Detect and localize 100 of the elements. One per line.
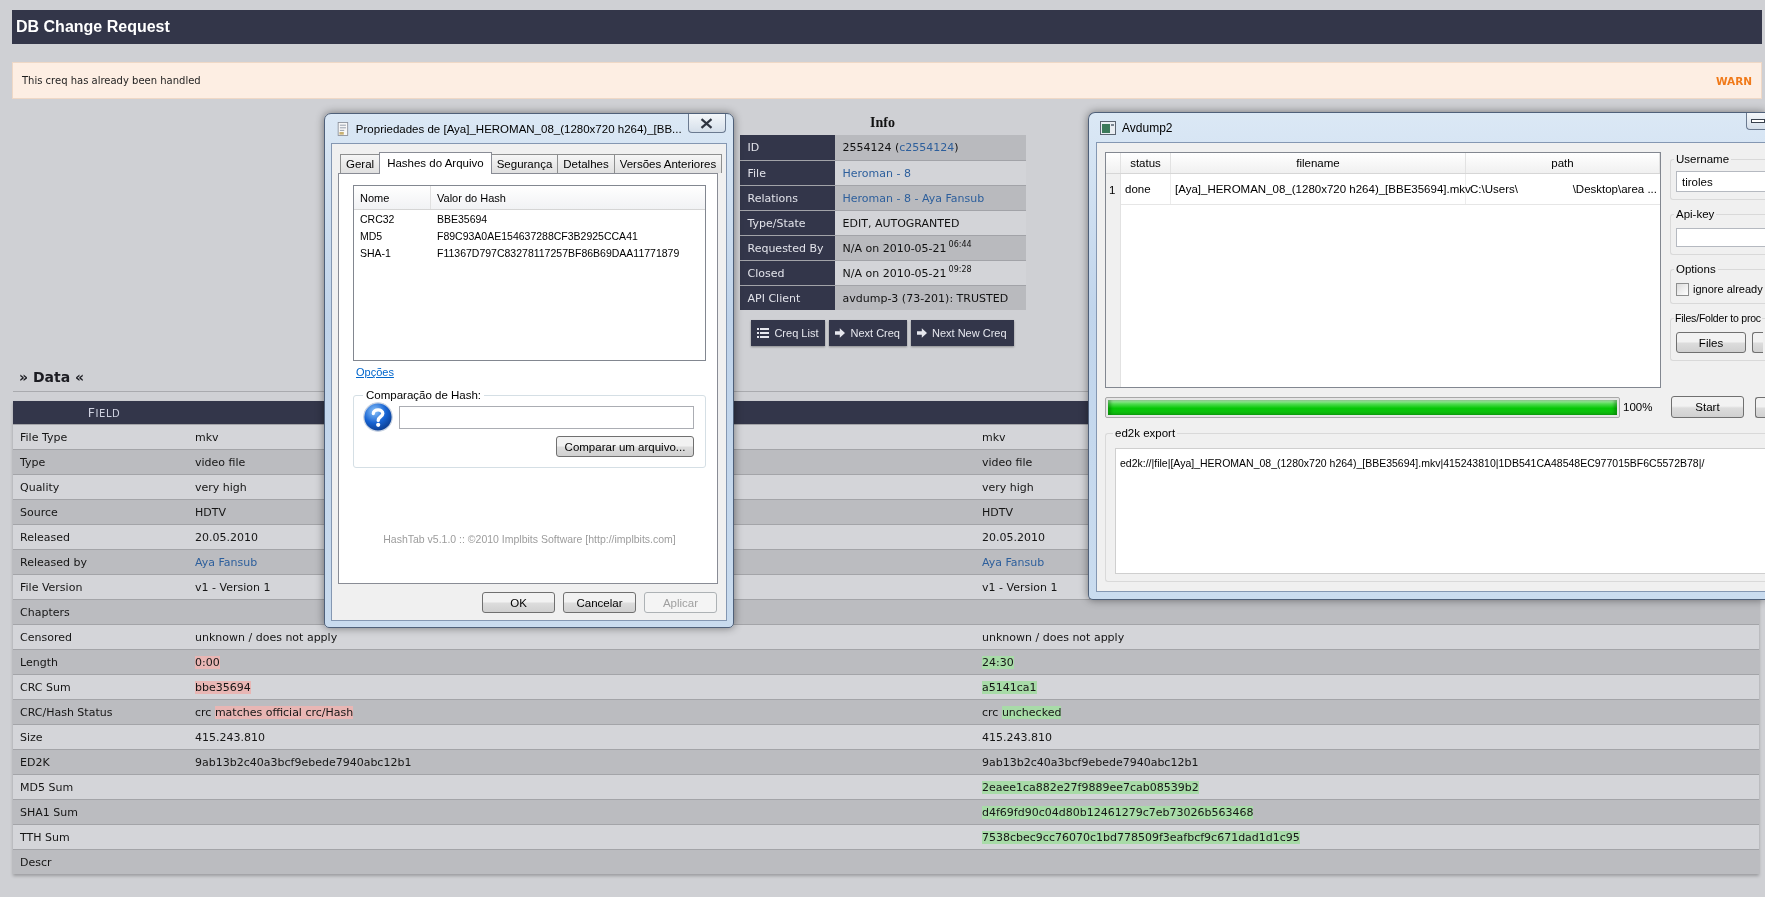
table-cell: 0:00 xyxy=(195,655,220,669)
column-header: filename xyxy=(1296,157,1340,169)
checkbox[interactable] xyxy=(1676,282,1689,296)
tab[interactable]: Segurança xyxy=(490,154,559,173)
table-cell: mkv xyxy=(195,430,219,444)
tab[interactable]: Geral xyxy=(340,154,381,173)
text-link[interactable]: Aya Fansub xyxy=(195,555,258,569)
table-cell: 415.243.810 xyxy=(982,730,1052,744)
field-label: Censored xyxy=(20,630,72,644)
table-cell: d4f69fd90c04d80b12461279c7eb73026b563468 xyxy=(982,805,1254,819)
field-label: Type xyxy=(20,455,46,469)
alert-message: This creq has already been handled xyxy=(22,75,201,86)
nav-button[interactable]: Next Creq xyxy=(829,320,907,346)
hash-value: F11367D797C83278117257BF86B69DAA11771879 xyxy=(436,246,681,261)
list-icon xyxy=(757,328,770,338)
table-cell: v1 - Version 1 xyxy=(195,580,271,594)
hash-input-field[interactable] xyxy=(399,405,694,429)
table-cell: 7538cbec9cc76070c1bd778509f3eafbcf9c671dad1d1c95 xyxy=(982,830,1300,844)
table-cell: unknown / does not apply xyxy=(195,630,338,644)
page-title: DB Change Request xyxy=(16,18,170,36)
field-label: Released by xyxy=(20,555,87,569)
panel-title: Info xyxy=(870,114,895,132)
info-value: 2554124 (c2554124) xyxy=(834,135,1026,160)
window-icon xyxy=(1100,120,1116,135)
table-cell: 20.05.2010 xyxy=(982,530,1045,544)
field-label: Source xyxy=(20,505,58,519)
field-label: SHA1 Sum xyxy=(20,805,78,819)
info-label: Requested By xyxy=(739,236,835,260)
api-key-field[interactable] xyxy=(1676,228,1765,247)
hash-value: BBE35694 xyxy=(436,212,489,227)
table-cell: crc matches official crc/Hash xyxy=(195,705,354,719)
close-icon xyxy=(700,117,714,129)
table-cell: [Aya]_HEROMAN_08_(1280x720 h264)_[BBE35694].mkv xyxy=(1175,183,1471,195)
group-label: Username xyxy=(1675,152,1731,166)
field-label: File Type xyxy=(20,430,68,444)
partial-button[interactable] xyxy=(1755,396,1765,418)
dialog-button[interactable]: OK xyxy=(482,592,555,613)
window-title: Avdump2 xyxy=(1122,120,1173,135)
nav-button[interactable]: Creq List xyxy=(751,320,826,346)
close-button[interactable] xyxy=(687,114,726,133)
text-link[interactable]: Heroman - 8 xyxy=(842,166,911,180)
files-button[interactable]: Files xyxy=(1676,332,1746,353)
field-label: Length xyxy=(20,655,58,669)
progress-reading: 100% xyxy=(1622,401,1653,413)
table-cell: HDTV xyxy=(982,505,1013,519)
checkbox-label[interactable]: ignore already xyxy=(1693,283,1763,295)
arrow-right-icon xyxy=(835,328,846,338)
hash-value: F89C93A0AE154637288CF3B2925CCA41 xyxy=(436,229,639,244)
minimize-button[interactable] xyxy=(1746,113,1765,130)
tab[interactable]: Hashes do Arquivo xyxy=(379,152,492,174)
footer-text: HashTab v5.1.0 :: ©2010 Implbits Software [http://implbits.com] xyxy=(382,533,677,545)
info-label: ID xyxy=(739,135,835,160)
table-cell: 20.05.2010 xyxy=(195,530,258,544)
arrow-right-icon xyxy=(917,328,927,338)
field-label: Released xyxy=(20,530,70,544)
tab[interactable]: Versões Anteriores xyxy=(613,154,723,173)
text-link[interactable]: Aya Fansub xyxy=(982,555,1045,569)
group-label: Options xyxy=(1675,262,1717,276)
info-label: Relations xyxy=(739,186,835,210)
start-button[interactable]: Start xyxy=(1671,396,1744,418)
field-label: CRC Sum xyxy=(20,680,71,694)
nav-button[interactable]: Next New Creq xyxy=(911,320,1014,346)
table-cell: 24:30 xyxy=(982,655,1014,669)
field-label: Quality xyxy=(20,480,60,494)
options-link[interactable]: Opções xyxy=(353,366,394,378)
document-icon xyxy=(336,120,350,137)
compare-button[interactable]: Comparar um arquivo... xyxy=(556,436,694,457)
hash-name: CRC32 xyxy=(359,212,396,227)
field-label: CRC/Hash Status xyxy=(20,705,113,719)
warn-label: WARN xyxy=(1715,74,1752,87)
ed2k-export-field[interactable]: ed2k://|file|[Aya]_HEROMAN_08_(1280x720 h264)_[BBE35694].mkv|415243810|1DB541CA48548EC977015BF6C5572B78|/ xyxy=(1115,448,1765,574)
info-label: File xyxy=(739,161,835,185)
table-cell: video file xyxy=(195,455,246,469)
table-cell: very high xyxy=(982,480,1034,494)
partial-button[interactable] xyxy=(1752,332,1763,353)
minimize-icon xyxy=(1751,119,1765,123)
table-cell: done xyxy=(1125,183,1151,195)
field-label: File Version xyxy=(20,580,83,594)
table-cell: unknown / does not apply xyxy=(982,630,1125,644)
table-cell: \Desktop\area ... xyxy=(1572,183,1657,195)
text-link[interactable]: Heroman - 8 - Aya Fansub xyxy=(842,191,985,205)
tab[interactable]: Detalhes xyxy=(557,154,615,173)
column-header: status xyxy=(1130,157,1161,169)
username-field[interactable]: tiroles xyxy=(1676,171,1765,192)
table-cell: HDTV xyxy=(195,505,226,519)
table-cell: video file xyxy=(982,455,1033,469)
table-cell: a5141ca1 xyxy=(982,680,1037,694)
column-header: path xyxy=(1551,157,1574,169)
column-header: Nome xyxy=(354,186,431,209)
field-label: MD5 Sum xyxy=(20,780,74,794)
info-label: Type/State xyxy=(739,211,835,235)
table-cell: mkv xyxy=(982,430,1006,444)
table-cell: 9ab13b2c40a3bcf9ebede7940abc12b1 xyxy=(982,755,1199,769)
dialog-button[interactable]: Cancelar xyxy=(563,592,636,613)
help-icon xyxy=(363,402,393,432)
table-cell: bbe35694 xyxy=(195,680,251,694)
hash-name: MD5 xyxy=(359,229,384,244)
field-label: TTH Sum xyxy=(20,830,70,844)
table-cell: 415.243.810 xyxy=(195,730,265,744)
info-value: N/A on 2010-05-21$^{06:44}$ xyxy=(834,236,1026,260)
